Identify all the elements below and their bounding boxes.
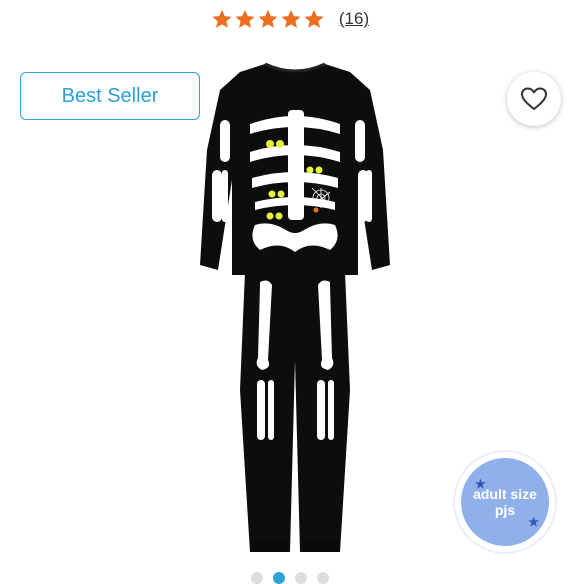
carousel-dot[interactable] [317, 572, 329, 584]
star-icon [281, 9, 301, 28]
review-count-link[interactable]: (16) [339, 9, 369, 29]
product-image [200, 62, 390, 552]
carousel-dot[interactable] [295, 572, 307, 584]
star-icon: ★ [528, 515, 539, 529]
star-rating [211, 8, 325, 30]
star-icon [304, 9, 324, 28]
carousel-dot[interactable] [251, 572, 263, 584]
heart-outline-icon [521, 87, 547, 110]
carousel-indicators [0, 572, 580, 584]
badge-label: Best Seller [61, 84, 159, 107]
star-icon [235, 9, 255, 28]
star-icon: ★ [475, 477, 486, 491]
star-icon [212, 9, 232, 28]
star-icon [258, 9, 278, 28]
carousel-dot-active[interactable] [273, 572, 285, 584]
adult-size-sticker: ★ ★ adult size pjs [455, 452, 555, 552]
rating-row: (16) [0, 8, 580, 30]
favorite-button[interactable] [507, 72, 561, 126]
best-seller-badge: Best Seller [20, 72, 200, 120]
